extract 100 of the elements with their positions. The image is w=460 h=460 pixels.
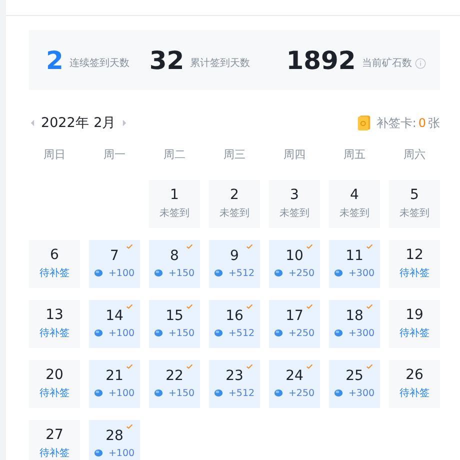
check-icon (366, 244, 373, 249)
reward-points: +100 (108, 268, 135, 279)
weekday-label: 周日 (42, 146, 66, 162)
check-icon (366, 364, 373, 369)
day-status: 未签到 (400, 206, 430, 220)
stat-value: 1892 (286, 48, 356, 72)
day-cell[interactable]: 16 +512 (209, 300, 260, 348)
day-cell[interactable]: 5 未签到 (389, 180, 440, 228)
stat-label: 连续签到天数 (69, 56, 130, 70)
day-number: 4 (350, 188, 359, 204)
day-cell[interactable]: 12 待补签 (389, 240, 440, 288)
day-number: 23 (226, 369, 244, 385)
previous-month-icon[interactable] (30, 119, 35, 127)
ore-icon (274, 269, 284, 278)
day-cell[interactable]: 24 +250 (269, 360, 320, 408)
check-icon (246, 304, 253, 309)
check-icon (306, 304, 313, 309)
reward-points: +250 (288, 388, 315, 399)
day-cell[interactable]: 23 +512 (209, 360, 260, 408)
check-icon (246, 244, 253, 249)
day-number: 18 (346, 309, 364, 325)
day-cell[interactable]: 25 +300 (329, 360, 380, 408)
day-number: 10 (286, 249, 304, 265)
day-cell[interactable]: 20 待补签 (29, 360, 80, 408)
day-number: 28 (106, 429, 124, 445)
stat-value: 32 (149, 48, 184, 72)
check-icon (306, 364, 313, 369)
day-cell[interactable]: 7 +100 (89, 240, 140, 288)
ore-icon (154, 389, 164, 398)
ore-icon (334, 329, 344, 338)
day-status: 未签到 (280, 206, 310, 220)
card-icon (357, 115, 372, 131)
ore-icon (154, 329, 164, 338)
day-status: 待补签 (40, 446, 70, 460)
day-cell[interactable]: 22 +150 (149, 360, 200, 408)
day-number: 17 (286, 309, 304, 325)
day-cell[interactable]: 17 +250 (269, 300, 320, 348)
day-number: 19 (406, 308, 424, 324)
day-number: 22 (166, 369, 184, 385)
ore-icon (214, 329, 224, 338)
day-status: 待补签 (400, 386, 430, 400)
day-cell[interactable]: 27 待补签 (29, 420, 80, 460)
ore-icon (214, 389, 224, 398)
check-icon (126, 424, 133, 429)
check-icon (366, 304, 373, 309)
reward-points: +250 (288, 328, 315, 339)
day-cell[interactable]: 4 未签到 (329, 180, 380, 228)
day-number: 24 (286, 369, 304, 385)
check-icon (126, 244, 133, 249)
day-number: 14 (106, 309, 124, 325)
day-cell[interactable]: 26 待补签 (389, 360, 440, 408)
day-cell[interactable]: 19 待补签 (389, 300, 440, 348)
weekday-label: 周一 (102, 146, 126, 162)
day-cell[interactable]: 28 +100 (89, 420, 140, 460)
reward-points: +300 (348, 328, 375, 339)
check-icon (246, 364, 253, 369)
ore-icon (274, 389, 284, 398)
check-icon (306, 244, 313, 249)
reward-points: +250 (288, 268, 315, 279)
ore-icon (154, 269, 164, 278)
reward-points: +150 (168, 268, 195, 279)
day-cell[interactable]: 1 未签到 (149, 180, 200, 228)
day-cell[interactable]: 2 未签到 (209, 180, 260, 228)
day-cell[interactable]: 10 +250 (269, 240, 320, 288)
day-cell[interactable]: 15 +150 (149, 300, 200, 348)
day-cell[interactable]: 11 +300 (329, 240, 380, 288)
day-number: 20 (46, 368, 64, 384)
check-icon (186, 244, 193, 249)
check-icon (126, 364, 133, 369)
info-icon[interactable] (414, 58, 426, 68)
day-number: 6 (50, 248, 59, 264)
day-cell[interactable]: 18 +300 (329, 300, 380, 348)
next-month-icon[interactable] (122, 119, 128, 127)
reward-points: +100 (108, 328, 135, 339)
day-cell[interactable]: 13 待补签 (29, 300, 80, 348)
reward-points: +100 (108, 448, 135, 459)
weekday-label: 周六 (402, 146, 426, 162)
makeup-card-label: 补签卡: (376, 114, 416, 132)
reward-points: +150 (168, 388, 195, 399)
day-cell[interactable]: 14 +100 (89, 300, 140, 348)
reward-points: +300 (348, 268, 375, 279)
day-cell[interactable]: 9 +512 (209, 240, 260, 288)
ore-icon (334, 269, 344, 278)
day-status: 待补签 (40, 326, 70, 340)
day-number: 15 (166, 309, 184, 325)
day-number: 2 (230, 188, 239, 204)
day-cell[interactable]: 3 未签到 (269, 180, 320, 228)
day-number: 16 (226, 309, 244, 325)
ore-icon (94, 329, 104, 338)
day-cell[interactable]: 21 +100 (89, 360, 140, 408)
day-number: 13 (46, 308, 64, 324)
day-number: 12 (406, 248, 424, 264)
day-cell[interactable]: 8 +150 (149, 240, 200, 288)
ore-icon (94, 449, 104, 458)
weekday-label: 周五 (342, 146, 366, 162)
weekday-label: 周四 (282, 146, 306, 162)
day-number: 21 (106, 369, 124, 385)
day-cell[interactable]: 6 待补签 (29, 240, 80, 288)
stat-label: 当前矿石数 (362, 56, 412, 70)
ore-icon (94, 389, 104, 398)
